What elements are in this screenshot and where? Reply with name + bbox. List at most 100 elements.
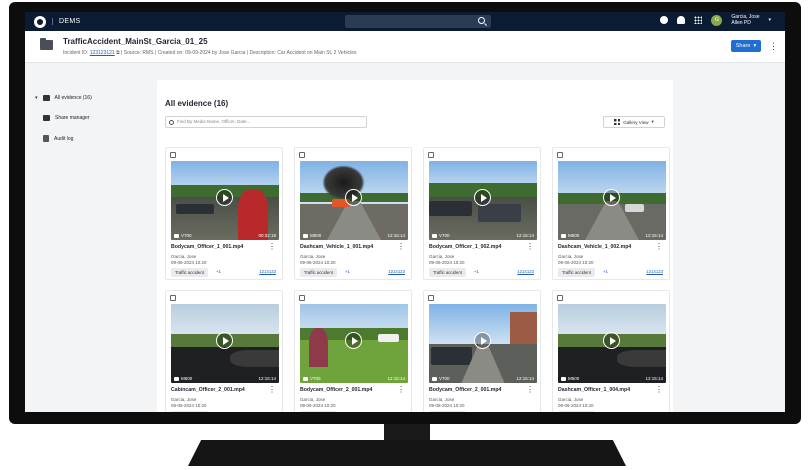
more-tags-count[interactable]: +1 [216,269,221,274]
camera-label: M500 [303,233,321,238]
search-icon[interactable] [478,17,485,24]
avatar[interactable]: G [711,14,723,26]
evidence-card[interactable]: M500 12:15:14 Dashcam_Vehicle_1_001.mp4 ⋮ Ga… [294,147,412,280]
sidebar-item-audit-log[interactable]: Audit log [43,135,73,142]
camera-label: V700 [303,376,321,381]
video-thumbnail[interactable]: V700 12:15:14 [429,304,537,383]
play-icon[interactable] [603,189,620,206]
select-checkbox[interactable] [170,295,176,301]
video-thumbnail[interactable]: V700 00:32:19 [171,161,279,240]
file-name[interactable]: Bodycam_Officer_1_001.mp4 [171,244,243,250]
file-name[interactable]: Bodycam_Officer_2_001.mp4 [300,387,372,393]
video-thumbnail[interactable]: M500 12:15:14 [300,161,408,240]
more-options-icon[interactable]: ⋮ [397,385,405,394]
owner-name: Garcia, Jose [429,397,455,402]
evidence-card[interactable]: M500 12:15:14 Dashcam_Vehicle_1_002.mp4 ⋮ Ga… [552,147,670,280]
user-menu[interactable]: Garcia, Jose Allen PD [731,14,759,26]
evidence-card[interactable]: V700 12:15:14 Bodycam_Officer_1_002.mp4 ⋮ Ga… [423,147,541,280]
more-options-icon[interactable]: ⋮ [655,385,663,394]
file-name[interactable]: Dashcam_Vehicle_1_001.mp4 [300,244,373,250]
chevron-down-icon[interactable]: ▾ [768,17,771,23]
more-options-icon[interactable]: ⋮ [268,385,276,394]
bell-icon[interactable] [677,16,686,24]
select-checkbox[interactable] [299,295,305,301]
copy-icon[interactable]: ⧉ [116,50,120,56]
global-search[interactable] [345,15,491,28]
chevron-down-icon: ▾ [753,43,757,49]
play-icon[interactable] [216,189,233,206]
select-checkbox[interactable] [170,152,176,158]
select-checkbox[interactable] [557,152,563,158]
evidence-card[interactable]: V700 00:32:19 Bodycam_Officer_1_001.mp4 ⋮ Ga… [165,147,283,280]
case-id-link[interactable]: 1214123 [388,269,405,274]
file-name[interactable]: Bodycam_Officer_2_001.mp4 [429,387,501,393]
evidence-card[interactable]: V700 12:15:14 Bodycam_Officer_2_001.mp4 ⋮ Ga… [423,290,541,412]
category-tag[interactable]: Traffic accident [171,411,208,412]
video-thumbnail[interactable]: V700 12:15:14 [429,161,537,240]
owner-name: Garcia, Jose [429,254,455,259]
more-options-icon[interactable]: ⋮ [655,242,663,251]
file-name[interactable]: Cabincam_Officer_2_001.mp4 [171,387,245,393]
info-icon[interactable] [660,16,669,24]
camera-icon [174,376,179,381]
select-checkbox[interactable] [428,295,434,301]
file-name[interactable]: Bodycam_Officer_1_002.mp4 [429,244,501,250]
category-tag[interactable]: Traffic accident [300,411,337,412]
gallery-view-dropdown[interactable]: Gallery View ▾ [603,116,665,128]
case-id-link[interactable]: 1214123 [646,269,663,274]
created-date: 09-06-2024 10:20 [300,260,336,265]
more-tags-count[interactable]: +1 [345,269,350,274]
category-tag[interactable]: Traffic accident [429,411,466,412]
more-options-icon[interactable]: ⋮ [268,242,276,251]
sidebar-item-label: Audit log [54,135,74,142]
motorola-logo-icon[interactable] [34,15,46,28]
video-thumbnail[interactable]: M500 12:15:14 [558,161,666,240]
evidence-card[interactable]: V700 12:15:14 Bodycam_Officer_2_001.mp4 ⋮ Ga… [294,290,412,412]
category-tag[interactable]: Traffic accident [300,268,337,277]
play-icon[interactable] [345,189,362,206]
video-thumbnail[interactable]: M500 12:15:14 [171,304,279,383]
owner-name: Garcia, Jose [171,397,197,402]
evidence-card[interactable]: M500 12:15:14 Dashcam_Officer_1_004.mp4 ⋮ Ga… [552,290,670,412]
apps-grid-icon[interactable] [694,16,703,24]
caret-down-icon[interactable]: ▾ [35,95,38,101]
play-icon[interactable] [345,332,362,349]
play-icon[interactable] [216,332,233,349]
camera-model: V700 [181,233,192,238]
sidebar-item-share-manager[interactable]: Share manager [43,115,89,121]
camera-model: M500 [181,376,193,381]
case-id-link[interactable]: 1214123 [517,269,534,274]
file-name[interactable]: Dashcam_Officer_1_004.mp4 [558,387,630,393]
user-org: Allen PD [731,20,751,26]
evidence-card[interactable]: M500 12:15:14 Cabincam_Officer_2_001.mp4 ⋮ G… [165,290,283,412]
search-input[interactable]: Find By Media Name, Officer, Date... [165,116,367,128]
more-options-icon[interactable]: ⋮ [526,242,534,251]
camera-icon [432,233,437,238]
app-screen: DEMS G Garcia, Jose Allen PD ▾ TrafficAc… [25,12,785,412]
video-thumbnail[interactable]: V700 12:15:14 [300,304,408,383]
category-tag[interactable]: Traffic accident [429,268,466,277]
case-id-link[interactable]: 1214123 [259,269,276,274]
more-options-icon[interactable]: ⋮ [769,40,778,52]
share-icon [43,115,50,121]
camera-model: M500 [568,233,580,238]
select-checkbox[interactable] [299,152,305,158]
category-tag[interactable]: Traffic accident [558,411,595,412]
incident-id-link[interactable]: 123123121 [90,50,115,56]
category-tag[interactable]: Traffic accident [171,268,208,277]
file-name[interactable]: Dashcam_Vehicle_1_002.mp4 [558,244,631,250]
video-thumbnail[interactable]: M500 12:15:14 [558,304,666,383]
more-tags-count[interactable]: +1 [474,269,479,274]
more-options-icon[interactable]: ⋮ [526,385,534,394]
select-checkbox[interactable] [557,295,563,301]
more-tags-count[interactable]: +1 [603,269,608,274]
share-button[interactable]: Share ▾ [731,40,761,52]
play-icon[interactable] [603,332,620,349]
sidebar-item-all-evidence[interactable]: ▾ All evidence (16) [35,95,92,101]
category-tag[interactable]: Traffic accident [558,268,595,277]
play-icon[interactable] [474,332,491,349]
more-options-icon[interactable]: ⋮ [397,242,405,251]
select-checkbox[interactable] [428,152,434,158]
monitor-bezel: DEMS G Garcia, Jose Allen PD ▾ TrafficAc… [9,2,801,424]
play-icon[interactable] [474,189,491,206]
